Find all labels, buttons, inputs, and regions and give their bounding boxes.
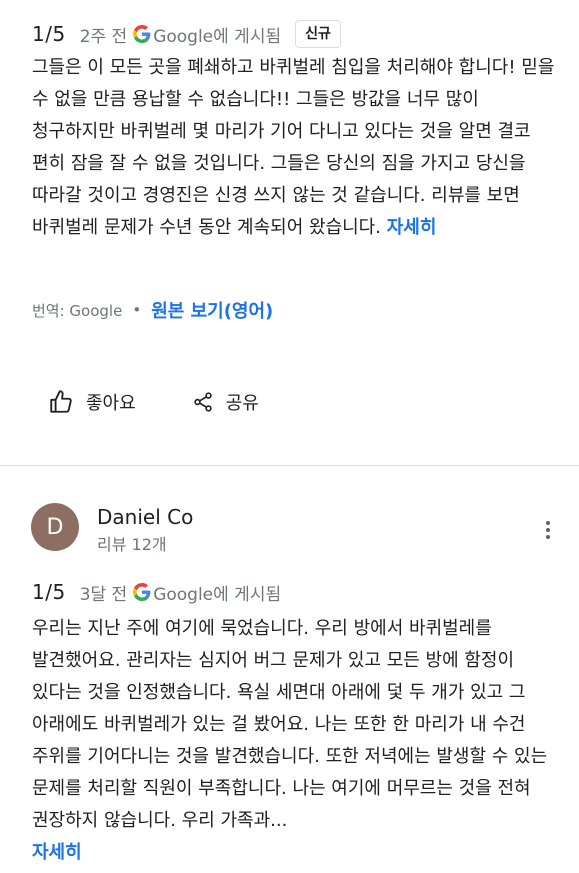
like-label: 좋아요 bbox=[86, 393, 136, 414]
author-review-count: 리뷰 12개 bbox=[97, 535, 167, 554]
review-text-block: 그들은 이 모든 곳을 폐쇄하고 바퀴벌레 침입을 처리해야 합니다! 믿을 수… bbox=[32, 52, 562, 244]
review-actions: 좋아요 공유 bbox=[48, 389, 259, 415]
translated-by: 번역: Google bbox=[32, 301, 123, 320]
like-button[interactable]: 좋아요 bbox=[48, 389, 136, 415]
thumbs-up-icon bbox=[50, 390, 72, 413]
more-vert-icon[interactable] bbox=[536, 518, 560, 542]
review-source: Google에 게시됨 bbox=[153, 26, 282, 47]
share-button[interactable]: 공유 bbox=[192, 389, 259, 415]
avatar-letter: D bbox=[46, 514, 64, 540]
view-original-link[interactable]: 원본 보기(영어) bbox=[151, 297, 273, 323]
review-divider bbox=[0, 465, 579, 466]
read-more-link[interactable]: 자세히 bbox=[387, 217, 437, 238]
translation-info: 번역: Google • 원본 보기(영어) bbox=[32, 296, 273, 324]
review-time: 3달 전 bbox=[79, 584, 128, 605]
google-g-icon bbox=[133, 583, 151, 601]
share-label: 공유 bbox=[225, 393, 259, 414]
avatar[interactable]: D bbox=[31, 503, 79, 551]
review-header: 1/5 2주 전 Google에 게시됨 신규 bbox=[32, 20, 341, 48]
author-name[interactable]: Daniel Co bbox=[97, 505, 193, 529]
review-source: Google에 게시됨 bbox=[153, 584, 282, 605]
separator-dot: • bbox=[132, 301, 142, 319]
new-badge: 신규 bbox=[295, 20, 341, 48]
google-g-icon bbox=[133, 25, 151, 43]
review-time: 2주 전 bbox=[79, 26, 128, 47]
review-text: 우리는 지난 주에 여기에 묵었습니다. 우리 방에서 바퀴벌레를 발견했어요.… bbox=[32, 618, 548, 831]
rating: 1/5 bbox=[32, 22, 66, 46]
review-header: 1/5 3달 전 Google에 게시됨 bbox=[32, 578, 281, 606]
share-icon bbox=[193, 392, 212, 412]
review-text: 그들은 이 모든 곳을 폐쇄하고 바퀴벌레 침입을 처리해야 합니다! 믿을 수… bbox=[32, 57, 555, 238]
rating: 1/5 bbox=[32, 580, 66, 604]
read-more-link[interactable]: 자세히 bbox=[32, 842, 82, 863]
review-text-block: 우리는 지난 주에 여기에 묵었습니다. 우리 방에서 바퀴벌레를 발견했어요.… bbox=[32, 613, 562, 869]
